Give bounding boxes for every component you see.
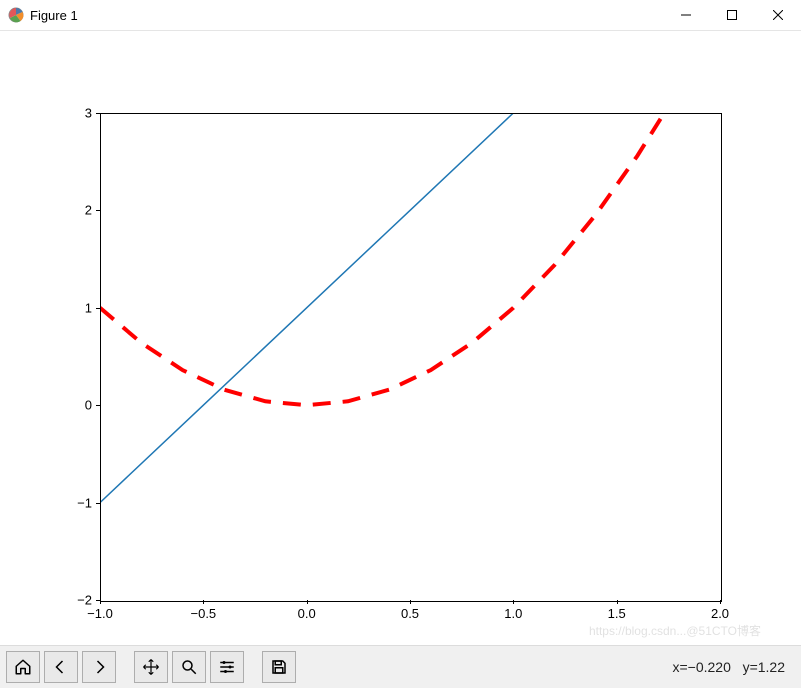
x-tick [410, 600, 411, 604]
x-tick-label: 1.0 [504, 606, 522, 621]
x-tick-label: 0.0 [298, 606, 316, 621]
y-tick-label: 1 [85, 300, 92, 315]
x-tick [617, 600, 618, 604]
arrow-right-icon [90, 658, 108, 676]
close-button[interactable] [755, 0, 801, 30]
figure-canvas-area[interactable]: −1.0−0.50.00.51.01.52.0−2−10123 https://… [0, 31, 801, 645]
save-button[interactable] [262, 651, 296, 683]
y-tick [96, 308, 100, 309]
back-button[interactable] [44, 651, 78, 683]
matplotlib-app-icon [8, 7, 24, 23]
floppy-disk-icon [270, 658, 288, 676]
zoom-button[interactable] [172, 651, 206, 683]
x-tick-label: −1.0 [87, 606, 113, 621]
y-tick [96, 600, 100, 601]
title-bar: Figure 1 [0, 0, 801, 31]
forward-button[interactable] [82, 651, 116, 683]
home-button[interactable] [6, 651, 40, 683]
y-tick-label: −2 [77, 593, 92, 608]
y-tick-label: 3 [85, 106, 92, 121]
maximize-button[interactable] [709, 0, 755, 30]
x-tick-label: 0.5 [401, 606, 419, 621]
x-tick-label: −0.5 [190, 606, 216, 621]
figure-window: Figure 1 −1.0 −0.5 0.0 0.5 1.0 1.5 2.0 −2 −1 0 1 2 3… [0, 0, 801, 688]
move-icon [142, 658, 160, 676]
readout-x-label: x= [672, 659, 687, 675]
arrow-left-icon [52, 658, 70, 676]
x-tick [513, 600, 514, 604]
x-tick [203, 600, 204, 604]
x-tick [307, 600, 308, 604]
x-tick [720, 600, 721, 604]
readout-y-value: 1.22 [758, 659, 785, 675]
pan-button[interactable] [134, 651, 168, 683]
y-tick-label: 2 [85, 203, 92, 218]
x-tick-label: 2.0 [711, 606, 729, 621]
x-tick-label: 1.5 [608, 606, 626, 621]
readout-y-label: y= [743, 659, 758, 675]
sliders-icon [218, 658, 236, 676]
y-tick [96, 405, 100, 406]
window-title: Figure 1 [30, 8, 78, 23]
y-tick [96, 503, 100, 504]
y-tick-label: 0 [85, 398, 92, 413]
y-tick [96, 113, 100, 114]
readout-x-value: −0.220 [688, 659, 731, 675]
y-tick-label: −1 [77, 495, 92, 510]
axes-frame [100, 113, 722, 602]
cursor-readout: x=−0.220 y=1.22 [672, 659, 785, 675]
minimize-button[interactable] [663, 0, 709, 30]
home-icon [14, 658, 32, 676]
x-tick [100, 600, 101, 604]
configure-subplots-button[interactable] [210, 651, 244, 683]
magnifier-icon [180, 658, 198, 676]
y-tick [96, 210, 100, 211]
matplotlib-toolbar: x=−0.220 y=1.22 [0, 645, 801, 688]
